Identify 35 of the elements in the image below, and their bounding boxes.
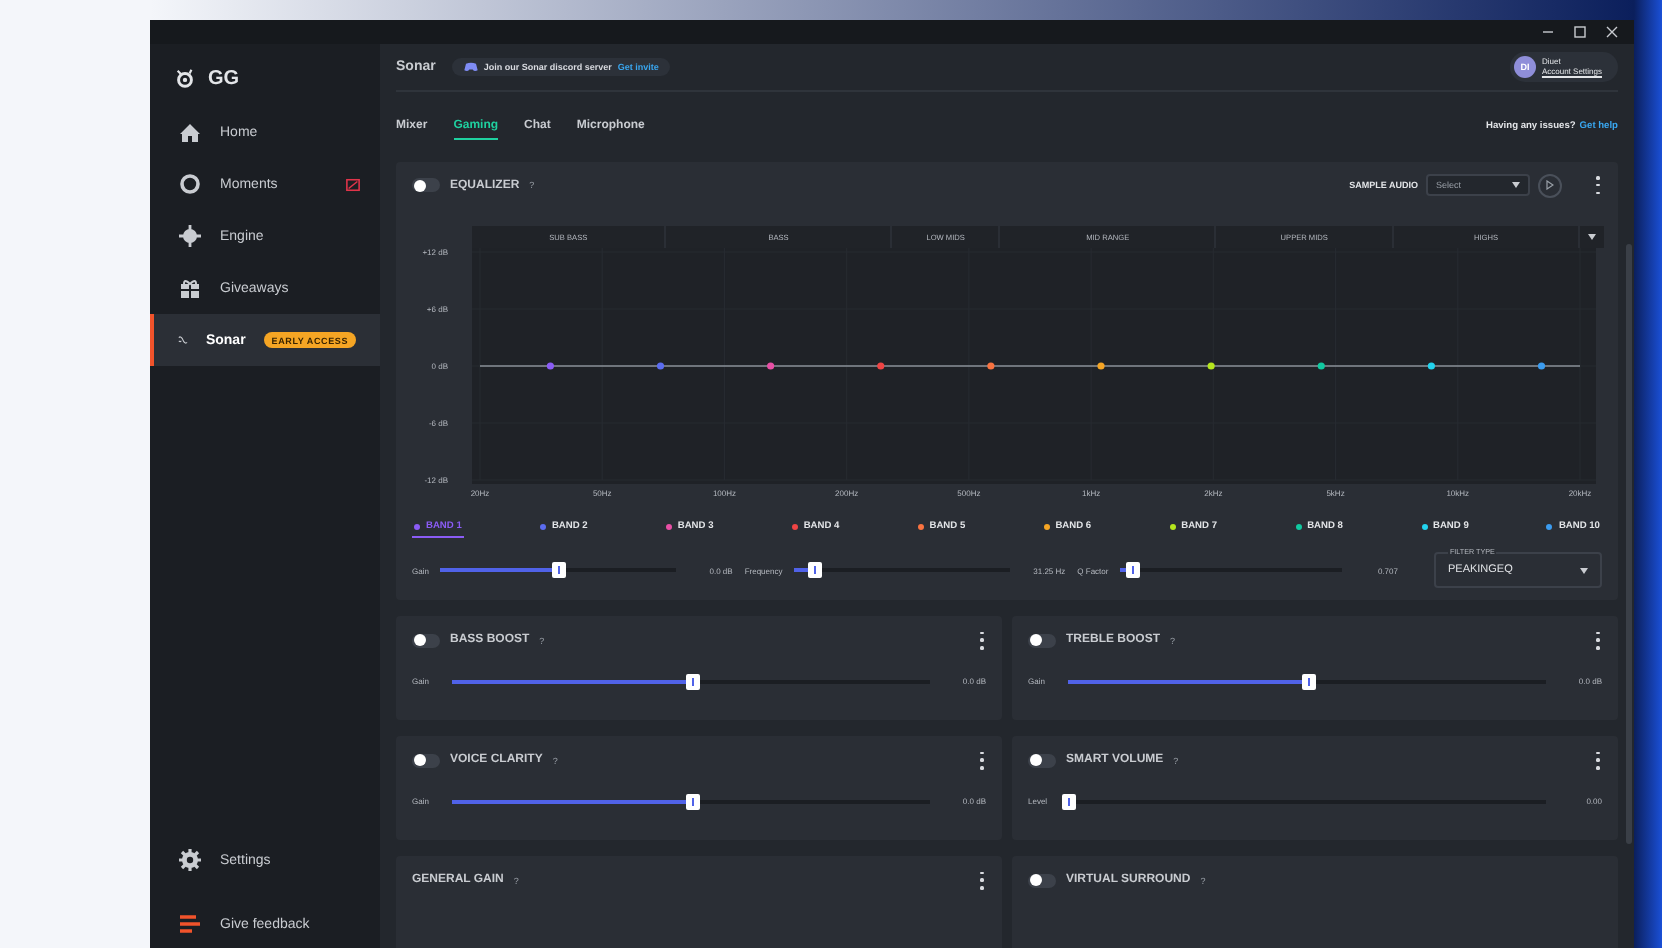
- gear-icon: [178, 224, 202, 248]
- caret-icon: [1579, 567, 1588, 573]
- slider-handle[interactable]: [552, 562, 567, 578]
- band-point[interactable]: [1537, 362, 1546, 370]
- band-point[interactable]: [987, 362, 995, 370]
- logo-icon: [174, 67, 196, 89]
- toggle-switch[interactable]: [1028, 633, 1056, 647]
- band-point[interactable]: [1207, 362, 1215, 370]
- toggle-switch[interactable]: [412, 178, 440, 192]
- toggle-switch[interactable]: [1028, 873, 1056, 887]
- slider-handle[interactable]: [685, 793, 699, 809]
- gamepad-icon: [463, 61, 478, 72]
- band-point[interactable]: [767, 362, 775, 370]
- caret-icon: [1512, 182, 1520, 188]
- band-point[interactable]: [1097, 362, 1105, 370]
- home-icon: [178, 120, 202, 144]
- app-name: GG: [208, 67, 240, 89]
- scrollbar[interactable]: [1626, 244, 1632, 844]
- slider-handle[interactable]: [1301, 673, 1315, 689]
- slider-handle[interactable]: [685, 673, 699, 689]
- toggle-switch[interactable]: [412, 633, 440, 647]
- band-point[interactable]: [1317, 362, 1325, 370]
- toggle-switch[interactable]: [412, 753, 440, 767]
- settings-icon: [178, 848, 202, 872]
- gift-icon: [178, 276, 202, 300]
- slider-handle[interactable]: [1062, 793, 1076, 809]
- band-point[interactable]: [1427, 362, 1435, 370]
- toggle-switch[interactable]: [1028, 753, 1056, 767]
- lines-icon: [178, 912, 202, 936]
- ring-icon: [178, 172, 202, 196]
- slider-handle[interactable]: [807, 562, 822, 578]
- slider-handle[interactable]: [1125, 562, 1140, 578]
- caret-icon[interactable]: [1588, 234, 1597, 240]
- play-button[interactable]: [1538, 173, 1562, 197]
- play-icon: [1546, 180, 1554, 190]
